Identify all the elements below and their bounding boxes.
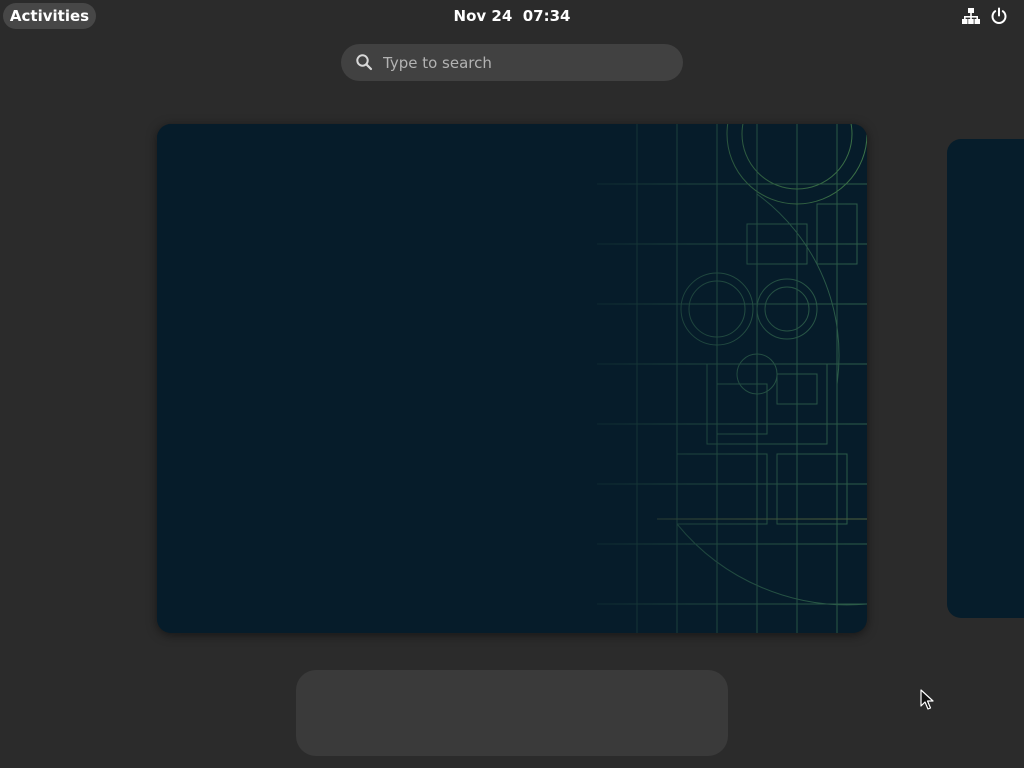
mouse-cursor-icon [920, 689, 934, 710]
network-icon[interactable] [962, 7, 980, 25]
workspace-thumbnail-next[interactable] [947, 139, 1024, 618]
search-bar[interactable] [341, 44, 683, 81]
activities-button[interactable]: Activities [3, 3, 96, 29]
top-bar: Activities Nov 24 07:34 [0, 0, 1024, 32]
clock[interactable]: Nov 24 07:34 [412, 3, 612, 29]
search-icon [356, 54, 373, 71]
wallpaper-blueprint [157, 124, 867, 633]
search-input[interactable] [383, 44, 663, 81]
dash [296, 670, 728, 756]
power-icon[interactable] [990, 7, 1008, 25]
workspace-thumbnail[interactable] [157, 124, 867, 633]
